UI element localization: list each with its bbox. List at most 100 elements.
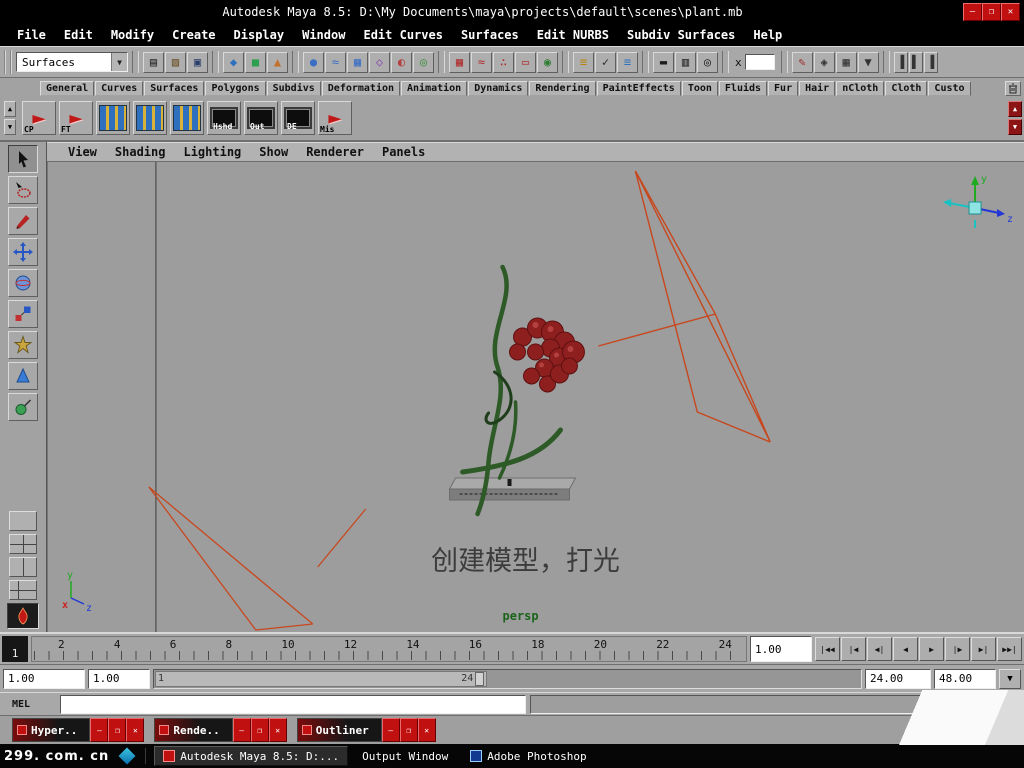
toolbar-divider[interactable] xyxy=(781,51,788,73)
universal-manipulator-tool-button[interactable] xyxy=(8,331,38,359)
coordinate-input-field[interactable] xyxy=(745,54,775,70)
menu-item[interactable]: Edit xyxy=(55,26,102,44)
command-input[interactable] xyxy=(60,695,526,714)
layout-single-pane-button[interactable] xyxy=(9,511,37,531)
mask-points-icon[interactable]: ● xyxy=(303,52,324,73)
plant-model[interactable] xyxy=(463,267,585,514)
shelf-item-grid-2[interactable] xyxy=(133,101,167,135)
minimize-button[interactable]: – xyxy=(233,718,251,742)
menu-item[interactable]: Help xyxy=(744,26,791,44)
shelf-tab[interactable]: nCloth xyxy=(836,81,884,96)
animation-end-field[interactable] xyxy=(934,669,996,689)
spotlight-wireframe-left[interactable] xyxy=(149,487,366,630)
lasso-tool-button[interactable] xyxy=(8,176,38,204)
toolbar-divider[interactable] xyxy=(438,51,445,73)
shelf-tab[interactable]: General xyxy=(40,81,94,96)
shelf-tab[interactable]: Hair xyxy=(799,81,835,96)
shelf-item-de[interactable]: DE xyxy=(281,101,315,135)
range-slider-track[interactable]: 1 24 xyxy=(153,669,862,689)
menu-mode-selector[interactable]: Surfaces ▼ xyxy=(16,52,128,72)
shelf-prev-tab-button[interactable]: ▲ xyxy=(4,101,16,117)
toolbar-divider[interactable] xyxy=(292,51,299,73)
play-forward-button[interactable]: ▶ xyxy=(919,637,944,661)
paint-effects-icon[interactable]: ✎ xyxy=(792,52,813,73)
panel-menu-item[interactable]: Lighting xyxy=(174,145,250,159)
shelf-tab[interactable]: Fluids xyxy=(719,81,767,96)
shelf-tab[interactable]: Subdivs xyxy=(267,81,321,96)
timeline[interactable]: 24681012141618202224 xyxy=(31,636,747,662)
panel-menu-item[interactable]: View xyxy=(59,145,106,159)
new-scene-icon[interactable]: ▤ xyxy=(143,52,164,73)
toolbar-divider[interactable] xyxy=(883,51,890,73)
make-live-icon[interactable]: ◉ xyxy=(537,52,558,73)
shelf-item-grid-1[interactable] xyxy=(96,101,130,135)
mask-surfaces-icon[interactable]: ▦ xyxy=(347,52,368,73)
layout-two-pane-button[interactable] xyxy=(9,557,37,577)
current-frame-indicator[interactable]: 1 xyxy=(2,636,28,662)
select-by-object-icon[interactable]: ■ xyxy=(245,52,266,73)
menu-item[interactable]: Edit NURBS xyxy=(528,26,618,44)
playback-end-field[interactable] xyxy=(865,669,931,689)
menu-item[interactable]: Modify xyxy=(102,26,163,44)
minimized-window-hypergraph[interactable]: Hyper.. – ❐ ✕ xyxy=(12,718,144,742)
menu-item[interactable]: Create xyxy=(163,26,224,44)
save-scene-icon[interactable]: ▣ xyxy=(187,52,208,73)
snap-to-grids-icon[interactable]: ▦ xyxy=(449,52,470,73)
minimize-button[interactable]: – xyxy=(963,3,982,21)
command-line-language-toggle[interactable]: MEL xyxy=(2,699,56,710)
shelf-tab[interactable]: Cloth xyxy=(885,81,927,96)
minimize-button[interactable]: – xyxy=(90,718,108,742)
menu-item[interactable]: Surfaces xyxy=(452,26,528,44)
layout-four-pane-button[interactable] xyxy=(9,534,37,554)
input-connections-icon[interactable]: ≡ xyxy=(573,52,594,73)
minimized-window-outliner[interactable]: Outliner – ❐ ✕ xyxy=(297,718,436,742)
shelf-tab[interactable]: Custo xyxy=(928,81,970,96)
ground-plane-object[interactable] xyxy=(450,478,576,500)
toolbar-divider[interactable] xyxy=(562,51,569,73)
shelf-menu-up-button[interactable]: ▲ xyxy=(1008,101,1022,117)
spotlight-wireframe-right[interactable] xyxy=(598,171,770,442)
hypershade-icon[interactable]: ◈ xyxy=(814,52,835,73)
shelf-tab[interactable]: Toon xyxy=(682,81,718,96)
maximize-button[interactable]: ❐ xyxy=(108,718,126,742)
mask-dynamics-icon[interactable]: ◐ xyxy=(391,52,412,73)
render-settings-icon[interactable]: ◎ xyxy=(697,52,718,73)
shelf-tab[interactable]: Rendering xyxy=(529,81,595,96)
shelf-tab[interactable]: Deformation xyxy=(322,81,400,96)
panel-menu-item[interactable]: Shading xyxy=(106,145,175,159)
shelf-next-tab-button[interactable]: ▼ xyxy=(4,119,16,135)
menu-item[interactable]: Subdiv Surfaces xyxy=(618,26,744,44)
close-button[interactable]: ✕ xyxy=(1001,3,1020,21)
step-forward-frame-button[interactable]: ▶| xyxy=(971,637,996,661)
mask-rendering-icon[interactable]: ◎ xyxy=(413,52,434,73)
toolbar-divider[interactable] xyxy=(212,51,219,73)
maximize-button[interactable]: ❐ xyxy=(400,718,418,742)
ipr-render-icon[interactable]: ▥ xyxy=(675,52,696,73)
shelf-tab[interactable]: Fur xyxy=(768,81,798,96)
ipr-region-icon[interactable]: ▦ xyxy=(836,52,857,73)
menu-item[interactable]: Edit Curves xyxy=(354,26,451,44)
menu-item[interactable]: File xyxy=(8,26,55,44)
go-to-end-button[interactable]: ▶▶| xyxy=(997,637,1022,661)
shelf-tab[interactable]: Dynamics xyxy=(468,81,528,96)
menu-item[interactable]: Window xyxy=(293,26,354,44)
shelf-tab[interactable]: Polygons xyxy=(205,81,265,96)
toolbar-divider[interactable] xyxy=(132,51,139,73)
task-button-output-window[interactable]: Output Window xyxy=(354,746,456,766)
playback-range-bar[interactable]: 1 24 xyxy=(155,671,487,687)
select-tool-button[interactable] xyxy=(8,145,38,173)
shelf-item-mis[interactable]: Mis xyxy=(318,101,352,135)
step-back-frame-button[interactable]: |◀ xyxy=(841,637,866,661)
animation-start-field[interactable] xyxy=(3,669,85,689)
scale-tool-button[interactable] xyxy=(8,300,38,328)
toolbar-divider[interactable] xyxy=(722,51,729,73)
playback-start-field[interactable] xyxy=(88,669,150,689)
minimized-window-render-view[interactable]: Rende.. – ❐ ✕ xyxy=(154,718,286,742)
close-button[interactable]: ✕ xyxy=(418,718,436,742)
character-set-dropdown[interactable]: ▼ xyxy=(999,669,1021,689)
close-button[interactable]: ✕ xyxy=(269,718,287,742)
select-by-component-icon[interactable]: ▲ xyxy=(267,52,288,73)
minimize-button[interactable]: – xyxy=(382,718,400,742)
shelf-tab[interactable]: Curves xyxy=(95,81,143,96)
toggle-attribute-editor-button[interactable]: ▐ xyxy=(894,52,908,73)
